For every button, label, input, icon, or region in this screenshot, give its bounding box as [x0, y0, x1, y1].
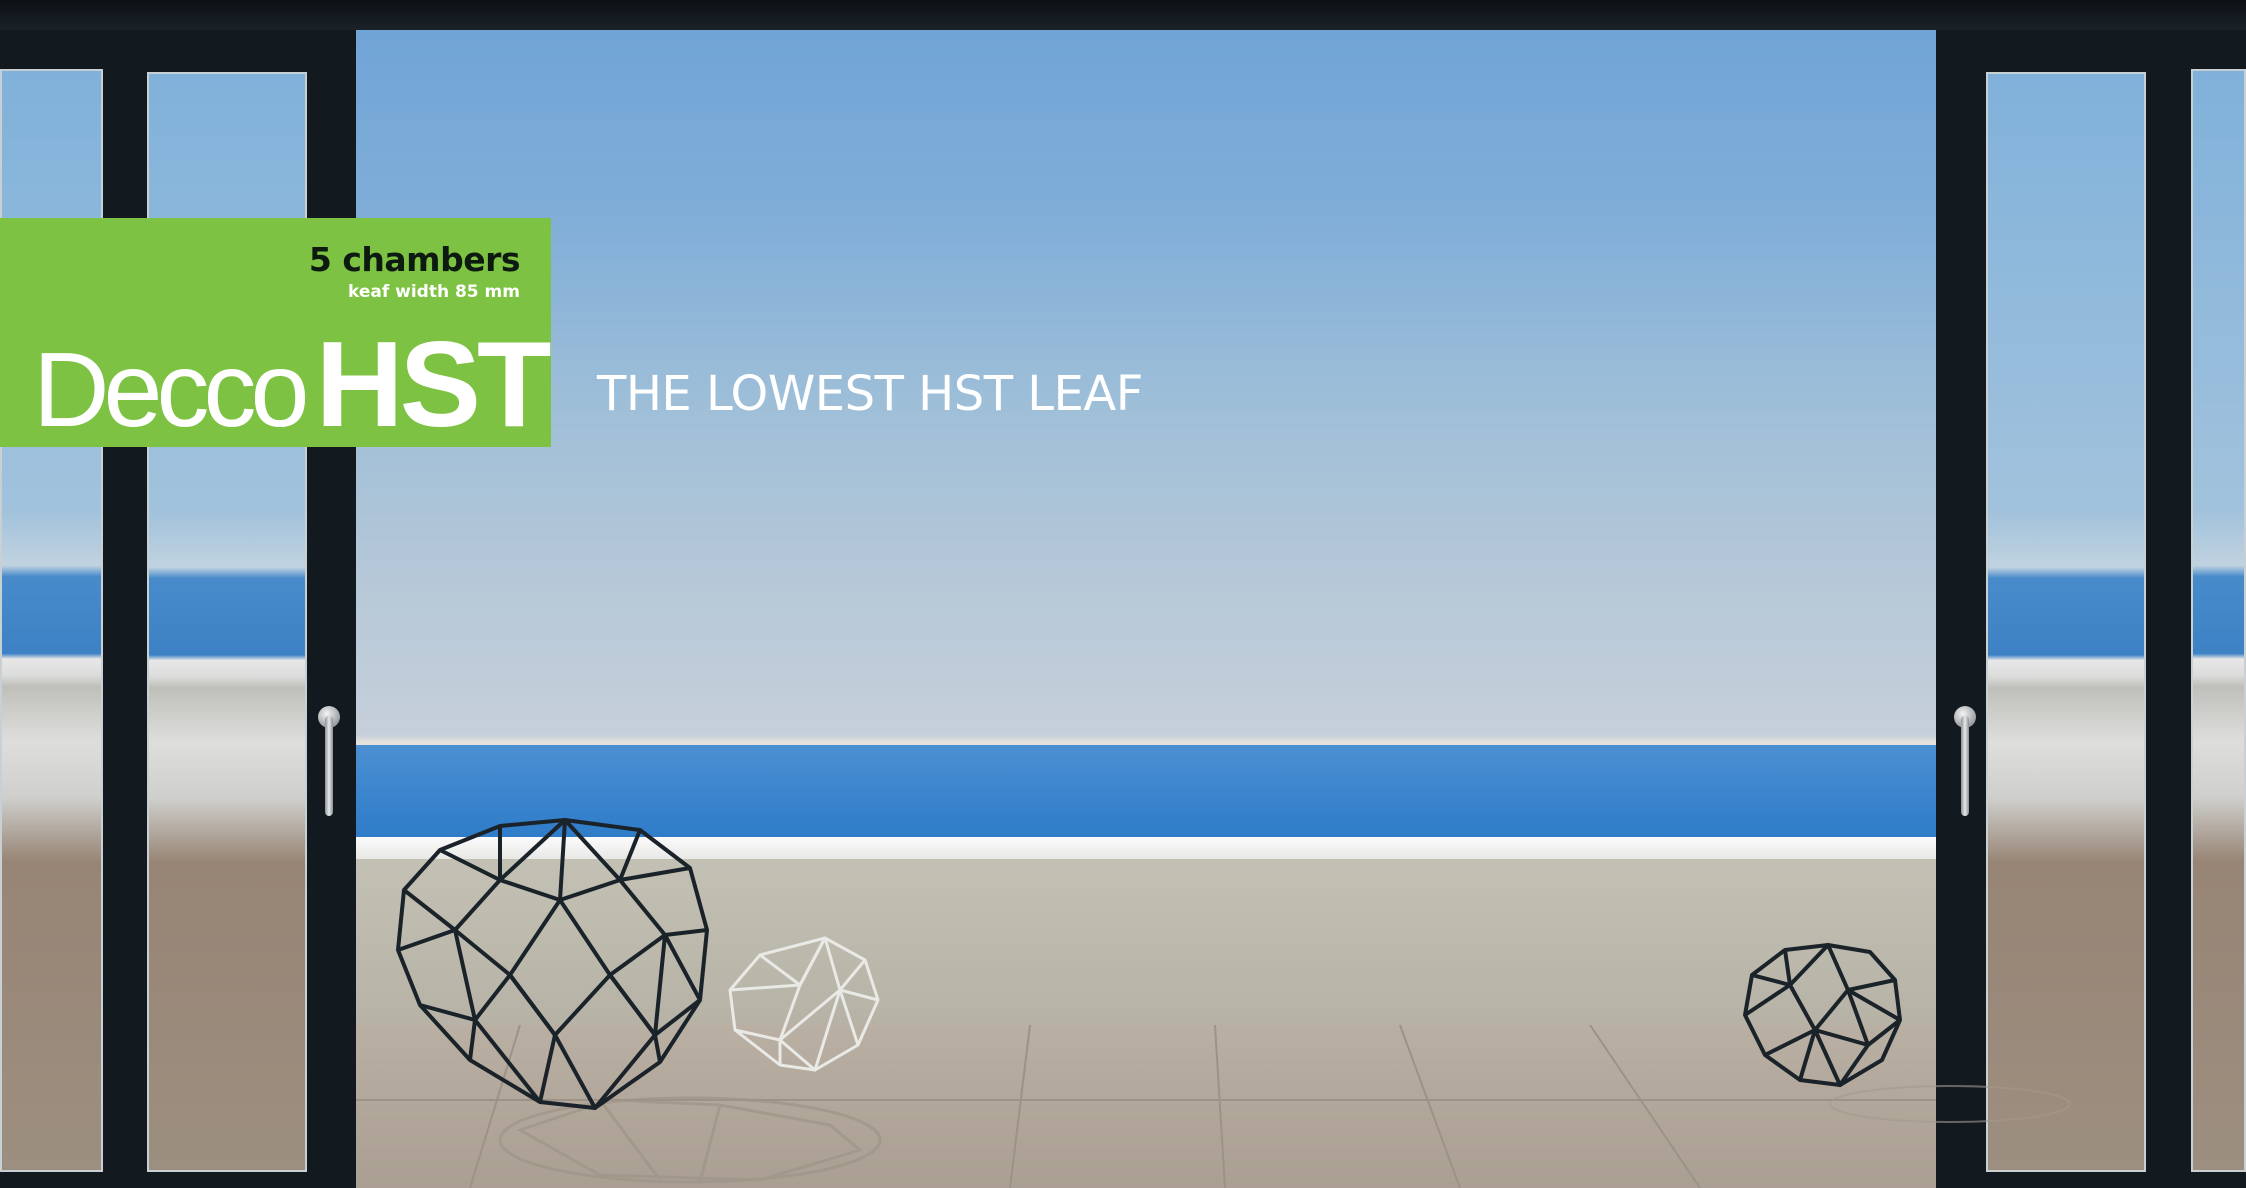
product-name: DeccoHST — [33, 314, 551, 454]
brand-badge: 5 chambers keaf width 85 mm DeccoHST — [0, 218, 551, 452]
hero-scene: 5 chambers keaf width 85 mm DeccoHST THE… — [0, 0, 2246, 1188]
large-black-geodesic-sphere — [396, 818, 709, 1110]
product-name-light: Decco — [33, 331, 309, 449]
sphere-shadow-large — [498, 1096, 882, 1184]
tagline: THE LOWEST HST LEAF — [597, 366, 1143, 422]
wireframe-spheres — [396, 818, 2071, 1184]
sphere-shadow-small — [1829, 1085, 2071, 1123]
small-black-geodesic-sphere — [1743, 943, 1902, 1087]
product-name-bold: HST — [315, 316, 551, 452]
leaf-width-label: keaf width 85 mm — [347, 282, 520, 302]
white-wireframe-sphere — [728, 936, 880, 1072]
chambers-label: 5 chambers — [308, 240, 521, 279]
